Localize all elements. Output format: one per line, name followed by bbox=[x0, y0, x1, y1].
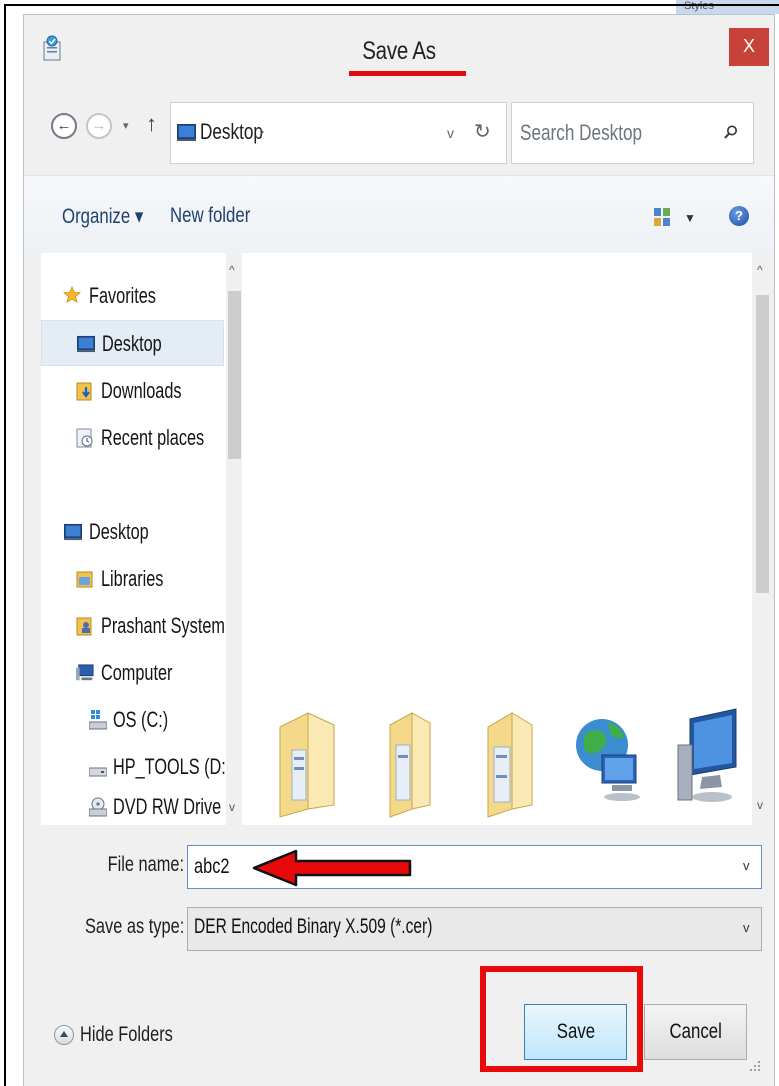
desktop-icon bbox=[64, 523, 82, 541]
drive-icon bbox=[89, 767, 107, 777]
address-dropdown-icon[interactable]: v bbox=[447, 125, 454, 141]
user-folder-icon bbox=[76, 617, 92, 636]
network-globe-icon[interactable] bbox=[572, 705, 642, 820]
new-folder-button[interactable]: New folder bbox=[170, 204, 250, 228]
file-list-area[interactable] bbox=[242, 253, 752, 825]
scroll-down-icon[interactable]: v bbox=[229, 800, 235, 814]
nav-item-hp-tools-drive[interactable]: HP_TOOLS (D:) bbox=[41, 744, 231, 790]
downloads-folder-icon bbox=[76, 382, 92, 401]
computer-monitor-icon[interactable] bbox=[672, 705, 742, 820]
red-arrow-annotation bbox=[252, 849, 412, 887]
nav-item-os-drive[interactable]: OS (C:) bbox=[41, 697, 224, 743]
view-options-dropdown-icon[interactable]: ▼ bbox=[684, 211, 696, 225]
dvd-drive-icon bbox=[89, 797, 107, 817]
computer-icon bbox=[76, 664, 94, 681]
organize-menu-button[interactable]: Organize ▾ bbox=[62, 204, 143, 229]
recent-locations-dropdown[interactable]: ▾ bbox=[123, 119, 129, 132]
scrollbar-thumb[interactable] bbox=[228, 291, 241, 459]
nav-item-computer[interactable]: Computer bbox=[41, 650, 224, 696]
file-name-label: File name: bbox=[107, 853, 184, 876]
nav-item-libraries[interactable]: Libraries bbox=[41, 556, 224, 602]
os-drive-icon bbox=[89, 710, 107, 730]
title-underline-annotation bbox=[349, 71, 466, 76]
save-as-type-label: Save as type: bbox=[84, 915, 184, 938]
cancel-button-label: Cancel bbox=[669, 1020, 722, 1043]
nav-item-desktop[interactable]: Desktop bbox=[41, 320, 224, 366]
recent-places-icon bbox=[76, 428, 93, 448]
back-button[interactable]: ← bbox=[51, 113, 77, 139]
change-view-icon[interactable] bbox=[654, 208, 670, 226]
save-options-panel: File name: v Save as type: DER Encoded B… bbox=[24, 825, 774, 1086]
nav-label: Desktop bbox=[102, 331, 162, 356]
search-input[interactable] bbox=[520, 119, 669, 147]
address-path[interactable]: Desktop bbox=[200, 119, 263, 145]
nav-item-prashant-system[interactable]: Prashant System bbox=[41, 603, 225, 649]
search-icon[interactable] bbox=[724, 125, 738, 139]
save-as-type-select[interactable]: DER Encoded Binary X.509 (*.cer) v bbox=[187, 907, 762, 951]
nav-item-downloads[interactable]: Downloads bbox=[41, 368, 224, 414]
title-bar[interactable]: Save As X bbox=[24, 15, 774, 83]
scroll-up-icon[interactable]: ^ bbox=[757, 263, 763, 277]
save-as-type-dropdown-icon[interactable]: v bbox=[743, 920, 750, 935]
scrollbar-thumb[interactable] bbox=[756, 295, 769, 593]
nav-item-recent-places[interactable]: Recent places bbox=[41, 415, 224, 461]
nav-label: Recent places bbox=[101, 425, 205, 450]
forward-button[interactable]: → bbox=[86, 113, 112, 139]
address-bar[interactable]: Desktop › v ↻ bbox=[170, 102, 507, 164]
star-icon bbox=[63, 285, 81, 303]
help-icon[interactable]: ? bbox=[729, 206, 749, 226]
nav-item-favorites[interactable]: Favorites bbox=[41, 273, 224, 319]
nav-label: OS (C:) bbox=[113, 707, 169, 732]
file-list-scrollbar[interactable]: ^ v bbox=[753, 253, 772, 825]
nav-label: Libraries bbox=[101, 566, 164, 591]
nav-label: Desktop bbox=[89, 519, 149, 544]
up-button[interactable]: ↑ bbox=[146, 111, 157, 137]
scroll-down-icon[interactable]: v bbox=[757, 798, 763, 812]
cancel-button[interactable]: Cancel bbox=[644, 1004, 747, 1060]
dialog-title: Save As bbox=[362, 37, 436, 65]
nav-label: Downloads bbox=[101, 378, 182, 403]
nav-item-desktop-root[interactable]: Desktop bbox=[41, 509, 224, 555]
navigation-pane: Favorites Desktop Downloads Recent place… bbox=[41, 253, 242, 825]
nav-item-dvd-drive[interactable]: DVD RW Drive ( bbox=[41, 791, 231, 825]
libraries-icon bbox=[76, 571, 93, 588]
file-name-dropdown-icon[interactable]: v bbox=[743, 858, 750, 873]
save-as-dialog: Save As X ← → ▾ ↑ Desktop › v ↻ Organize… bbox=[23, 14, 775, 1086]
command-toolbar: Organize ▾ New folder ▼ ? bbox=[24, 175, 774, 253]
path-separator-chevron-icon[interactable]: › bbox=[259, 123, 264, 141]
folder-icon[interactable] bbox=[372, 705, 442, 820]
navigation-scrollbar[interactable]: ^ v bbox=[226, 253, 242, 825]
save-highlight-annotation bbox=[480, 966, 643, 1072]
desktop-icon bbox=[177, 124, 196, 141]
nav-label: HP_TOOLS (D:) bbox=[113, 754, 232, 779]
scroll-up-icon[interactable]: ^ bbox=[229, 263, 235, 277]
nav-label: Prashant System bbox=[101, 613, 225, 638]
nav-label: Favorites bbox=[89, 283, 156, 308]
collapse-arrow-icon bbox=[54, 1025, 74, 1045]
folder-icon[interactable] bbox=[472, 705, 542, 820]
save-as-type-value[interactable]: DER Encoded Binary X.509 (*.cer) bbox=[194, 915, 432, 939]
desktop-icon bbox=[77, 335, 95, 353]
close-button[interactable]: X bbox=[729, 28, 769, 66]
refresh-icon[interactable]: ↻ bbox=[474, 119, 491, 144]
search-box[interactable] bbox=[511, 102, 754, 164]
folder-icon[interactable] bbox=[272, 705, 342, 820]
hide-folders-label: Hide Folders bbox=[80, 1023, 173, 1046]
nav-label: Computer bbox=[101, 660, 173, 685]
nav-label: DVD RW Drive ( bbox=[113, 794, 232, 819]
app-icon bbox=[43, 35, 61, 61]
resize-grip-icon[interactable] bbox=[746, 1057, 762, 1073]
